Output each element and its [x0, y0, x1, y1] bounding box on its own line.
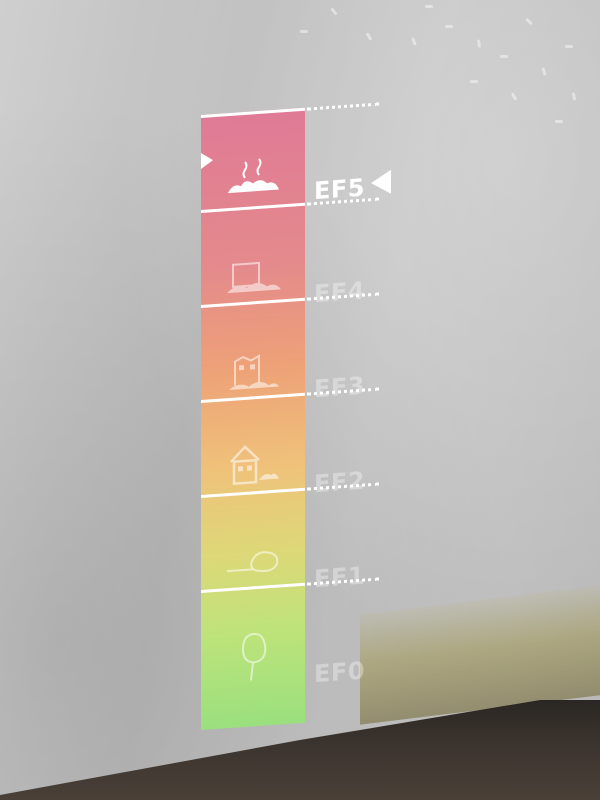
enhanced-fujita-scale: EF5 EF4 EF3 EF2 EF1 EF0 [201, 0, 401, 800]
damaged-house-icon [229, 354, 279, 391]
scale-level-ef2[interactable]: EF2 [201, 387, 381, 500]
scale-level-ef3[interactable]: EF3 [201, 292, 381, 405]
house-icon [230, 445, 279, 486]
scale-level-ef5[interactable]: EF5 [201, 102, 391, 215]
scale-level-ef4[interactable]: EF4 [201, 197, 381, 310]
level-divider [201, 107, 305, 118]
level-dotted-line [307, 102, 379, 111]
tree-icon [241, 633, 267, 681]
right-pointer-icon [371, 169, 391, 196]
scale-level-ef0[interactable]: EF0 [201, 577, 381, 690]
collapsed-house-icon [227, 261, 281, 294]
left-pointer-icon [201, 152, 213, 169]
level-label: EF0 [314, 656, 365, 689]
fallen-tree-icon [227, 551, 279, 573]
scale-level-ef1[interactable]: EF1 [201, 482, 381, 595]
destroyed-rubble-icon [228, 158, 279, 194]
